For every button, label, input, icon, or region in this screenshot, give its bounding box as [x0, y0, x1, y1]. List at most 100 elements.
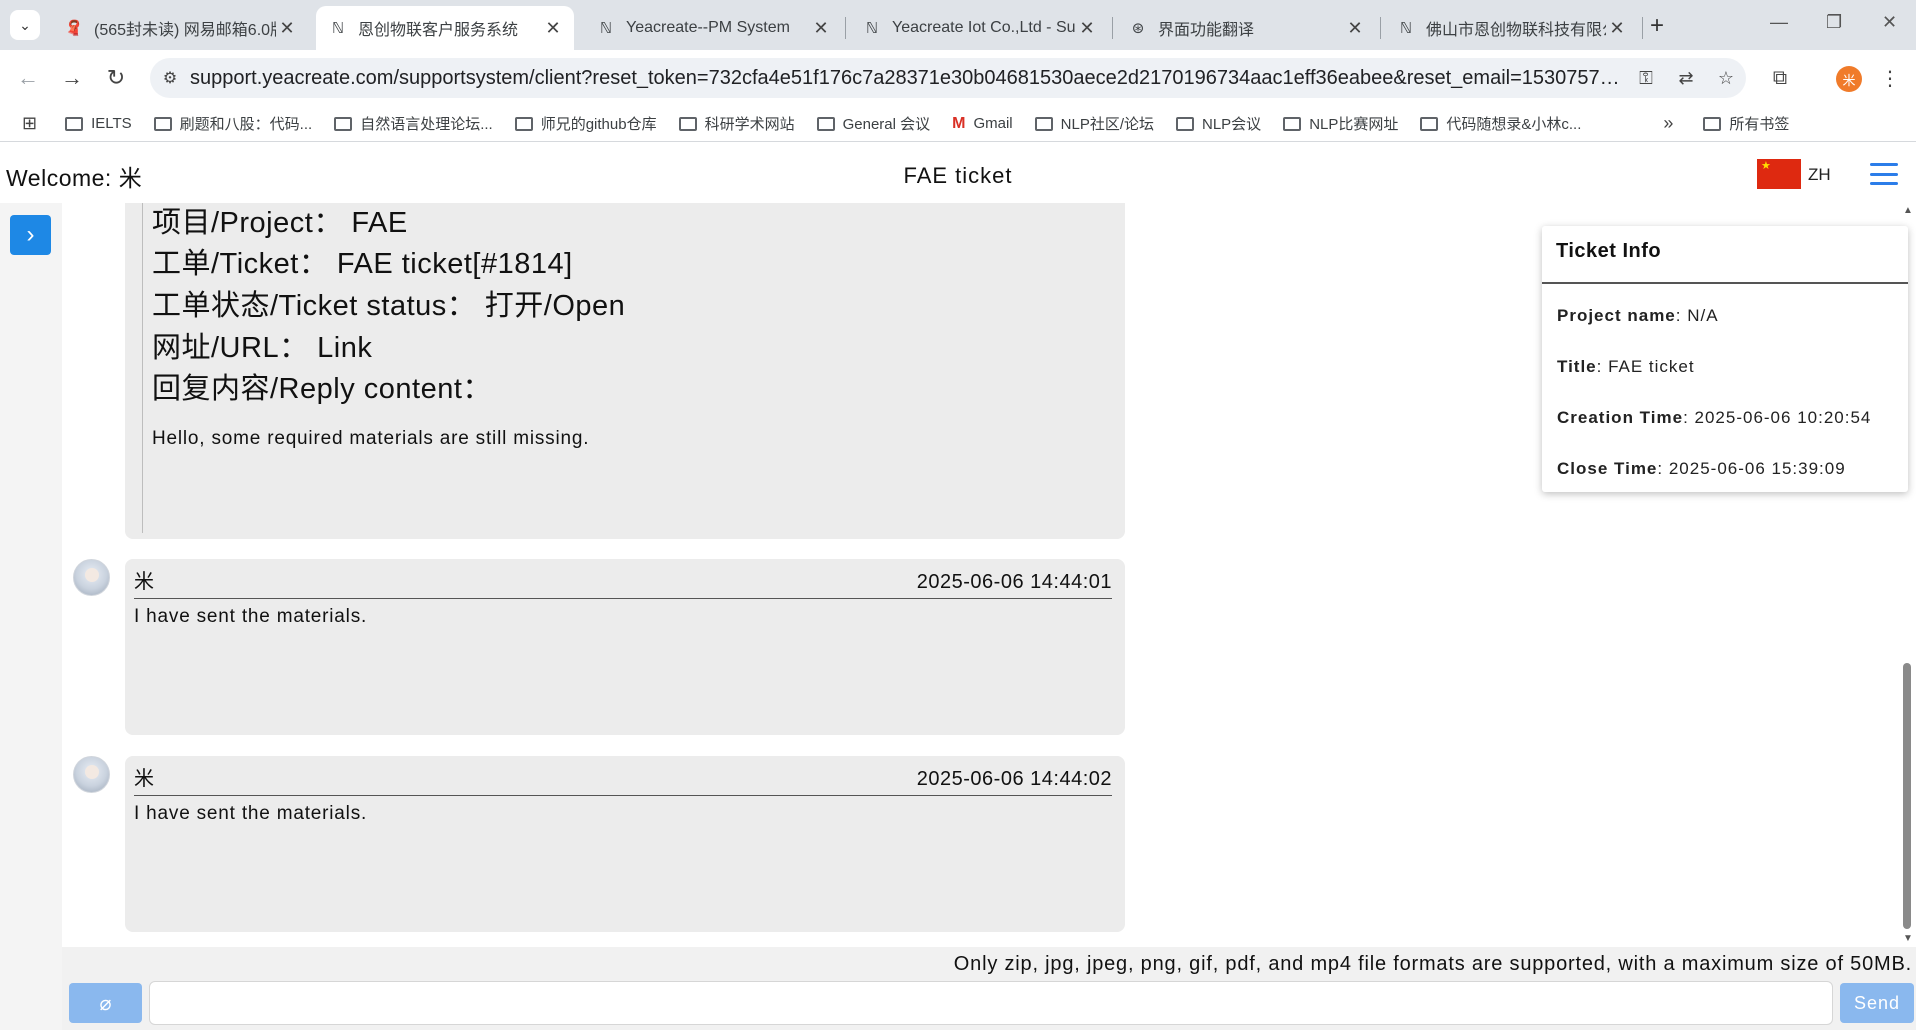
tab-translation[interactable]: ⊛ 界面功能翻译 ✕	[1116, 6, 1376, 50]
translate-icon[interactable]: ⇄	[1666, 68, 1706, 89]
more-bookmarks-chevron-icon[interactable]: »	[1663, 113, 1673, 134]
message-header: 米 2025-06-06 14:44:02	[134, 756, 1112, 796]
apps-grid-icon[interactable]: ⊞	[22, 113, 37, 134]
bookmark-item[interactable]: General 会议	[816, 113, 930, 134]
tab-title: Yeacreate Iot Co.,Ltd - Su	[892, 19, 1076, 36]
all-bookmarks[interactable]: 所有书签	[1703, 113, 1789, 134]
browser-toolbar: ← → ↻ ⚙ support.yeacreate.com/supportsys…	[0, 50, 1916, 106]
send-button[interactable]: Send	[1840, 983, 1914, 1023]
password-key-icon[interactable]: ⚿	[1626, 68, 1666, 89]
tab-search-chevron-icon[interactable]: ⌄	[10, 10, 40, 40]
project-name-row: Project name: N/A	[1557, 306, 1719, 325]
tab-separator	[1112, 17, 1113, 39]
url-text[interactable]: support.yeacreate.com/supportsystem/clie…	[190, 67, 1626, 90]
message-timestamp: 2025-06-06 14:44:02	[916, 768, 1112, 790]
bookmark-item[interactable]: IELTS	[65, 115, 132, 132]
bookmarks-bar: ⊞ IELTS 刷题和八股：代码... 自然语言处理论坛... 师兄的githu…	[0, 106, 1916, 142]
tab-title: 佛山市恩创物联科技有限公	[1426, 22, 1606, 39]
tab-separator	[845, 17, 846, 39]
page-title: FAE ticket	[903, 163, 1013, 188]
bookmark-item[interactable]: NLP会议	[1176, 113, 1261, 134]
tab-foshan-company[interactable]: ℕ 佛山市恩创物联科技有限公 ✕	[1384, 6, 1638, 50]
folder-icon	[65, 116, 84, 131]
folder-icon	[1420, 116, 1439, 131]
tab-title: 界面功能翻译	[1158, 22, 1255, 39]
restore-icon[interactable]: ❐	[1826, 12, 1842, 33]
close-icon[interactable]: ✕	[1344, 18, 1366, 39]
yeacreate-icon: ℕ	[865, 20, 878, 37]
folder-icon	[678, 116, 697, 131]
scrollbar-thumb[interactable]	[1903, 663, 1911, 929]
tab-title: (565封未读) 网易邮箱6.0版	[94, 22, 276, 39]
china-flag-icon[interactable]: ★	[1757, 159, 1801, 189]
tab-yeacreate-iot[interactable]: ℕ Yeacreate Iot Co.,Ltd - Su ✕	[850, 6, 1108, 50]
bookmark-item[interactable]: 科研学术网站	[678, 113, 795, 134]
address-bar[interactable]: ⚙ support.yeacreate.com/supportsystem/cl…	[150, 58, 1746, 98]
close-icon[interactable]: ✕	[1076, 18, 1098, 39]
ticket-number-line: 工单/Ticket： FAE ticket[#1814]	[152, 248, 573, 280]
openai-icon: ⊛	[1131, 20, 1145, 37]
bookmark-item[interactable]: NLP比赛网址	[1283, 113, 1398, 134]
tab-pm-system[interactable]: ℕ Yeacreate--PM System ✕	[584, 6, 842, 50]
message-input[interactable]	[149, 981, 1833, 1025]
ticket-status-line: 工单状态/Ticket status： 打开/Open	[152, 290, 626, 322]
folder-icon	[1176, 116, 1194, 131]
tab-separator	[1642, 17, 1643, 39]
close-icon[interactable]: ✕	[810, 18, 832, 39]
chat-message: 米 2025-06-06 14:44:02 I have sent the ma…	[62, 756, 1125, 936]
message-text: I have sent the materials.	[134, 606, 368, 627]
bookmark-star-icon[interactable]: ☆	[1706, 68, 1746, 89]
scroll-down-arrow-icon[interactable]: ▼	[1903, 933, 1913, 944]
tab-netease-mail[interactable]: 🧣 (565封未读) 网易邮箱6.0版 ✕	[52, 6, 308, 50]
close-icon[interactable]: ✕	[276, 18, 298, 39]
folder-icon	[334, 116, 353, 131]
yeacreate-icon: ℕ	[599, 20, 612, 37]
quote-divider	[142, 203, 143, 533]
reply-content-label: 回复内容/Reply content：	[152, 373, 492, 405]
browser-tab-bar: ⌄ 🧣 (565封未读) 网易邮箱6.0版 ✕ ℕ 恩创物联客户服务系统 ✕ ℕ…	[0, 0, 1916, 50]
window-close-icon[interactable]: ✕	[1882, 12, 1897, 33]
reload-icon[interactable]: ↻	[102, 64, 130, 92]
ticket-url-line: 网址/URL： Link	[152, 332, 373, 364]
folder-icon	[1703, 116, 1722, 131]
hamburger-menu-icon[interactable]	[1870, 163, 1898, 185]
bookmark-item[interactable]: 师兄的github仓库	[514, 113, 657, 134]
paperclip-icon: ⌀	[99, 992, 112, 1015]
message-author: 米	[134, 571, 155, 593]
system-message: 项目/Project： FAE 工单/Ticket： FAE ticket[#1…	[62, 203, 1125, 543]
gmail-icon: M	[952, 114, 966, 132]
extensions-puzzle-icon[interactable]: ⧉	[1766, 64, 1794, 92]
folder-icon	[1283, 116, 1302, 131]
close-icon[interactable]: ✕	[542, 18, 564, 39]
message-header: 米 2025-06-06 14:44:01	[134, 559, 1112, 599]
tab-support-system[interactable]: ℕ 恩创物联客户服务系统 ✕	[316, 6, 574, 50]
tab-title: 恩创物联客户服务系统	[358, 22, 519, 39]
minimize-icon[interactable]: —	[1770, 12, 1788, 33]
yeacreate-icon: ℕ	[1399, 20, 1412, 37]
language-label[interactable]: ZH	[1808, 165, 1831, 185]
back-arrow-icon[interactable]: ←	[14, 64, 42, 92]
site-info-icon[interactable]: ⚙	[150, 68, 190, 88]
netease-mail-icon: 🧣	[64, 20, 84, 37]
folder-icon	[153, 116, 172, 131]
scroll-up-arrow-icon[interactable]: ▲	[1903, 205, 1913, 216]
yeacreate-icon: ℕ	[331, 20, 344, 37]
close-icon[interactable]: ✕	[1606, 18, 1628, 39]
title-row: Title: FAE ticket	[1557, 357, 1695, 376]
browser-menu-kebab-icon[interactable]: ⋮	[1876, 64, 1904, 92]
bookmark-item[interactable]: NLP社区/论坛	[1034, 113, 1154, 134]
forward-arrow-icon[interactable]: →	[58, 64, 86, 92]
creation-time-row: Creation Time: 2025-06-06 10:20:54	[1557, 408, 1872, 427]
tab-separator	[1380, 17, 1381, 39]
profile-avatar[interactable]: 米	[1836, 66, 1862, 92]
new-tab-plus-icon[interactable]: +	[1650, 12, 1664, 40]
bookmark-item[interactable]: 自然语言处理论坛...	[334, 113, 493, 134]
bookmark-item[interactable]: 刷题和八股：代码...	[153, 113, 312, 134]
bookmark-item[interactable]: 代码随想录&小林c...	[1420, 113, 1581, 134]
expand-sidebar-button[interactable]: ›	[10, 215, 51, 255]
ticket-project-line: 项目/Project： FAE	[152, 207, 408, 239]
bookmark-item[interactable]: M Gmail	[952, 115, 1013, 133]
attach-file-button[interactable]: ⌀	[69, 983, 142, 1023]
message-author: 米	[134, 768, 155, 790]
app-header: Welcome: 米 FAE ticket ★ ZH	[0, 143, 1916, 203]
